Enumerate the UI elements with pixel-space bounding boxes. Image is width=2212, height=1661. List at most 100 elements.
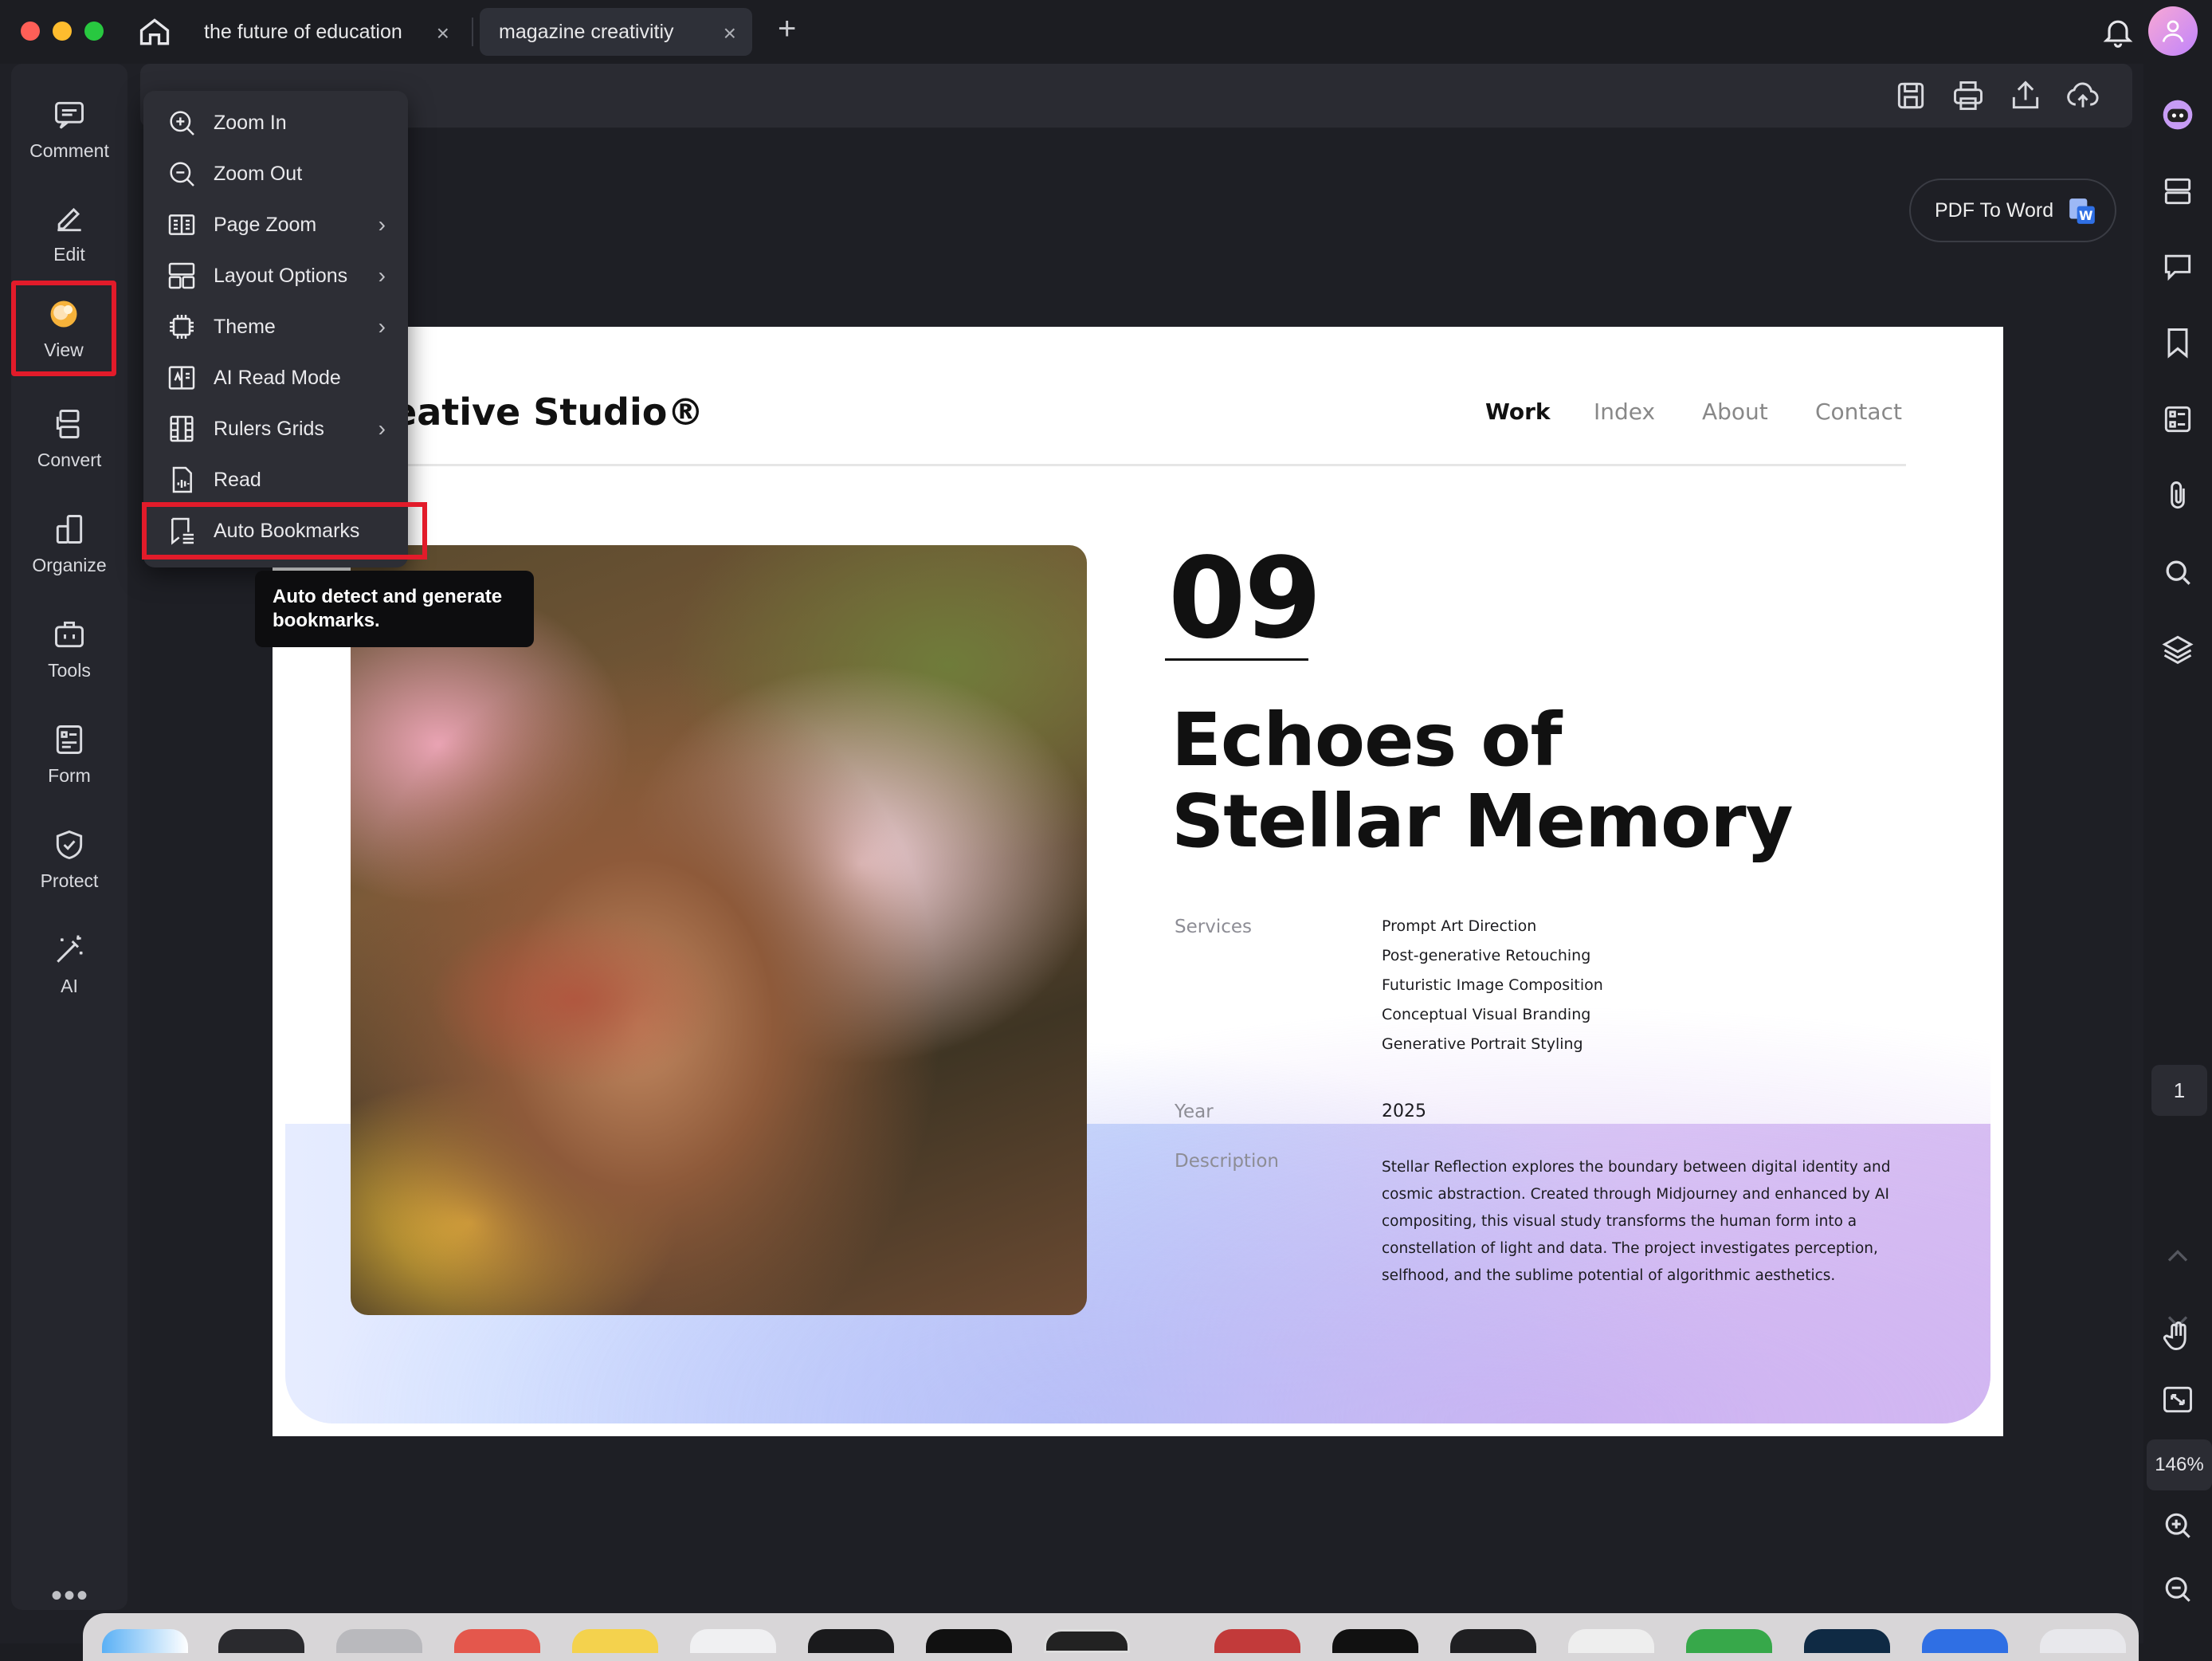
sidebar-item-view[interactable]: View bbox=[11, 281, 116, 376]
fit-page-icon[interactable] bbox=[2160, 1382, 2195, 1417]
dock-app[interactable] bbox=[1214, 1629, 1300, 1653]
zoom-in-icon[interactable] bbox=[2160, 1508, 2195, 1543]
save-icon[interactable] bbox=[1893, 78, 1928, 113]
chevron-up-icon[interactable] bbox=[2160, 1239, 2195, 1274]
hand-tool-icon[interactable] bbox=[2160, 1318, 2195, 1353]
layers-icon[interactable] bbox=[2160, 631, 2195, 666]
menu-item-read[interactable]: Read bbox=[143, 454, 408, 505]
headline-line-1: Echoes of bbox=[1171, 697, 1562, 783]
menu-item-page-zoom[interactable]: Page Zoom › bbox=[143, 199, 408, 250]
menu-item-layout-options[interactable]: Layout Options › bbox=[143, 250, 408, 301]
menu-item-label: Layout Options bbox=[214, 264, 348, 287]
rulers-icon bbox=[170, 415, 194, 442]
bookmark-icon[interactable] bbox=[2160, 325, 2195, 360]
dock-app[interactable] bbox=[1686, 1629, 1772, 1653]
year-value: 2025 bbox=[1382, 1101, 1426, 1121]
dock-app[interactable] bbox=[1804, 1629, 1890, 1653]
menu-item-ai-read-mode[interactable]: AI Read Mode bbox=[143, 352, 408, 403]
dock-app[interactable] bbox=[808, 1629, 894, 1653]
sidebar-item-protect[interactable]: Protect bbox=[11, 811, 127, 907]
ai-assistant-icon[interactable] bbox=[2160, 97, 2195, 132]
sidebar-item-edit[interactable]: Edit bbox=[11, 185, 127, 281]
close-tab-icon[interactable]: × bbox=[437, 21, 449, 46]
dock-app-finder[interactable] bbox=[102, 1629, 188, 1653]
dock-app[interactable] bbox=[926, 1629, 1012, 1653]
dock-app[interactable] bbox=[1568, 1629, 1654, 1653]
doc-nav-work: Work bbox=[1485, 399, 1551, 425]
menu-item-label: Theme bbox=[214, 315, 276, 338]
dock-app[interactable] bbox=[1332, 1629, 1418, 1653]
sidebar-item-ai[interactable]: AI bbox=[11, 917, 127, 1012]
bell-icon[interactable] bbox=[2100, 14, 2136, 49]
search-icon[interactable] bbox=[2160, 555, 2195, 590]
sidebar-item-label: Comment bbox=[29, 139, 109, 161]
menu-item-label: Zoom Out bbox=[214, 162, 303, 185]
thumbnails-icon[interactable] bbox=[2160, 174, 2195, 209]
year-label: Year bbox=[1175, 1101, 1214, 1122]
attachment-icon[interactable] bbox=[2160, 478, 2195, 513]
tools-icon bbox=[55, 621, 84, 647]
shield-icon bbox=[56, 830, 83, 859]
new-tab-plus-icon[interactable]: + bbox=[778, 11, 796, 47]
dock-app[interactable] bbox=[454, 1629, 540, 1653]
sidebar-item-tools[interactable]: Tools bbox=[11, 601, 127, 697]
tab-future-of-education[interactable]: the future of education × bbox=[185, 8, 465, 56]
comment-icon bbox=[55, 101, 84, 129]
dock-app[interactable] bbox=[690, 1629, 776, 1653]
dock-app[interactable] bbox=[336, 1629, 422, 1653]
menu-item-label: AI Read Mode bbox=[214, 366, 341, 389]
dock-app[interactable] bbox=[1922, 1629, 2008, 1653]
doc-nav-index: Index bbox=[1594, 399, 1656, 425]
dock-app[interactable] bbox=[1044, 1629, 1130, 1653]
dock-app[interactable] bbox=[1450, 1629, 1536, 1653]
page-number-indicator[interactable]: 1 bbox=[2151, 1065, 2207, 1116]
left-sidebar: Comment Edit View Convert Organize Tools… bbox=[11, 64, 127, 1613]
tab-magazine-creativity[interactable]: magazine creativitiy × bbox=[480, 8, 752, 56]
sidebar-item-comment[interactable]: Comment bbox=[11, 81, 127, 177]
portrait-image bbox=[351, 545, 1087, 1315]
share-icon[interactable] bbox=[2008, 78, 2043, 113]
sidebar-item-form[interactable]: Form bbox=[11, 706, 127, 802]
pdf-page: eative Studio® Work Index About Contact … bbox=[273, 327, 2003, 1436]
svg-text:W: W bbox=[2079, 208, 2092, 223]
zoom-out-icon bbox=[170, 162, 194, 187]
menu-item-label: Page Zoom bbox=[214, 213, 317, 236]
service-item: Conceptual Visual Branding bbox=[1382, 1006, 1591, 1023]
dock-app[interactable] bbox=[2040, 1629, 2126, 1653]
services-list: Prompt Art Direction Post-generative Ret… bbox=[1382, 912, 1603, 1059]
menu-item-label: Rulers Grids bbox=[214, 417, 324, 440]
menu-item-rulers-grids[interactable]: Rulers Grids › bbox=[143, 403, 408, 454]
close-tab-icon[interactable]: × bbox=[724, 21, 736, 46]
menu-item-auto-bookmarks[interactable]: Auto Bookmarks bbox=[142, 502, 427, 560]
title-bar: the future of education × magazine creat… bbox=[0, 0, 2212, 64]
dock-app[interactable] bbox=[572, 1629, 658, 1653]
cloud-upload-icon[interactable] bbox=[2065, 78, 2100, 113]
more-options-icon[interactable]: ••• bbox=[51, 1578, 89, 1614]
form-fields-icon[interactable] bbox=[2160, 402, 2195, 437]
comments-panel-icon[interactable] bbox=[2160, 249, 2195, 284]
menu-item-theme[interactable]: Theme › bbox=[143, 301, 408, 352]
sidebar-item-convert[interactable]: Convert bbox=[11, 391, 127, 486]
zoom-out-icon[interactable] bbox=[2160, 1572, 2195, 1607]
pdf-to-word-button[interactable]: PDF To Word W bbox=[1909, 179, 2116, 242]
maximize-window-button[interactable] bbox=[84, 22, 104, 41]
close-window-button[interactable] bbox=[21, 22, 40, 41]
print-icon[interactable] bbox=[1951, 78, 1986, 113]
menu-item-zoom-out[interactable]: Zoom Out bbox=[143, 148, 408, 199]
dock-app[interactable] bbox=[218, 1629, 304, 1653]
menu-item-label: Zoom In bbox=[214, 111, 287, 134]
tab-label: the future of education bbox=[204, 20, 402, 43]
page-zoom-icon bbox=[168, 214, 195, 235]
headline-line-2: Stellar Memory bbox=[1171, 779, 1794, 864]
zoom-level[interactable]: 146% bbox=[2147, 1439, 2212, 1490]
menu-item-zoom-in[interactable]: Zoom In bbox=[143, 97, 408, 148]
sidebar-item-label: Edit bbox=[53, 243, 85, 265]
minimize-window-button[interactable] bbox=[53, 22, 72, 41]
home-icon[interactable] bbox=[137, 14, 172, 49]
zoom-in-icon bbox=[170, 111, 194, 135]
pdf-to-word-label: PDF To Word bbox=[1935, 198, 2054, 222]
avatar[interactable] bbox=[2148, 6, 2198, 56]
sidebar-item-organize[interactable]: Organize bbox=[11, 496, 127, 591]
description-text: Stellar Reflection explores the boundary… bbox=[1382, 1159, 1891, 1284]
chevron-right-icon: › bbox=[378, 212, 386, 237]
